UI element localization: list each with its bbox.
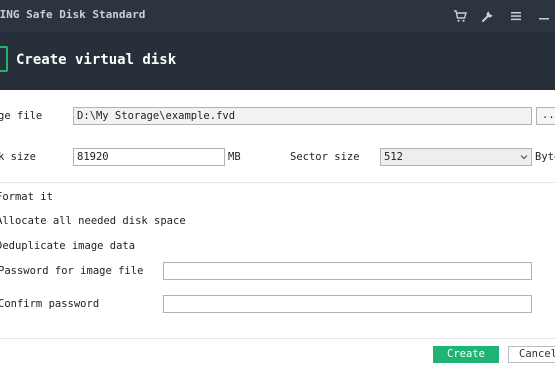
disk-size-unit: MB [228, 151, 241, 163]
page-title: Create virtual disk [16, 52, 177, 68]
cancel-button[interactable]: Cancel [508, 346, 555, 363]
dedup-checkbox[interactable]: Deduplicate image data [0, 240, 135, 252]
minimize-icon[interactable] [536, 8, 552, 24]
sector-size-label: Sector size [290, 151, 360, 163]
disk-icon [0, 46, 8, 72]
footer-divider [0, 338, 555, 339]
allocate-checkbox[interactable]: Allocate all needed disk space [0, 215, 186, 227]
divider [0, 182, 555, 183]
password-label: Password for image file [0, 265, 144, 277]
dialog-header: Create virtual disk [0, 32, 555, 90]
image-file-input[interactable]: D:\My Storage\example.fvd [73, 107, 532, 125]
sector-size-unit: Byte [535, 151, 555, 163]
cart-icon[interactable] [452, 8, 468, 24]
chevron-down-icon [520, 155, 528, 160]
image-file-label: ge file [0, 110, 43, 122]
create-button[interactable]: Create [433, 346, 499, 363]
disk-size-input[interactable]: 81920 [73, 148, 225, 166]
wrench-icon[interactable] [480, 8, 496, 24]
browse-button[interactable]: ... [536, 107, 555, 125]
format-checkbox[interactable]: Format it [0, 191, 53, 203]
disk-size-label: k size [0, 151, 36, 163]
sector-size-value: 512 [384, 151, 403, 163]
title-bar: LING Safe Disk Standard [0, 0, 555, 32]
confirm-password-input[interactable] [163, 295, 532, 313]
menu-icon[interactable] [508, 8, 524, 24]
app-title: LING Safe Disk Standard [0, 8, 146, 21]
sector-size-select[interactable]: 512 [380, 148, 532, 166]
confirm-password-label: Confirm password [0, 298, 100, 310]
password-input[interactable] [163, 262, 532, 280]
